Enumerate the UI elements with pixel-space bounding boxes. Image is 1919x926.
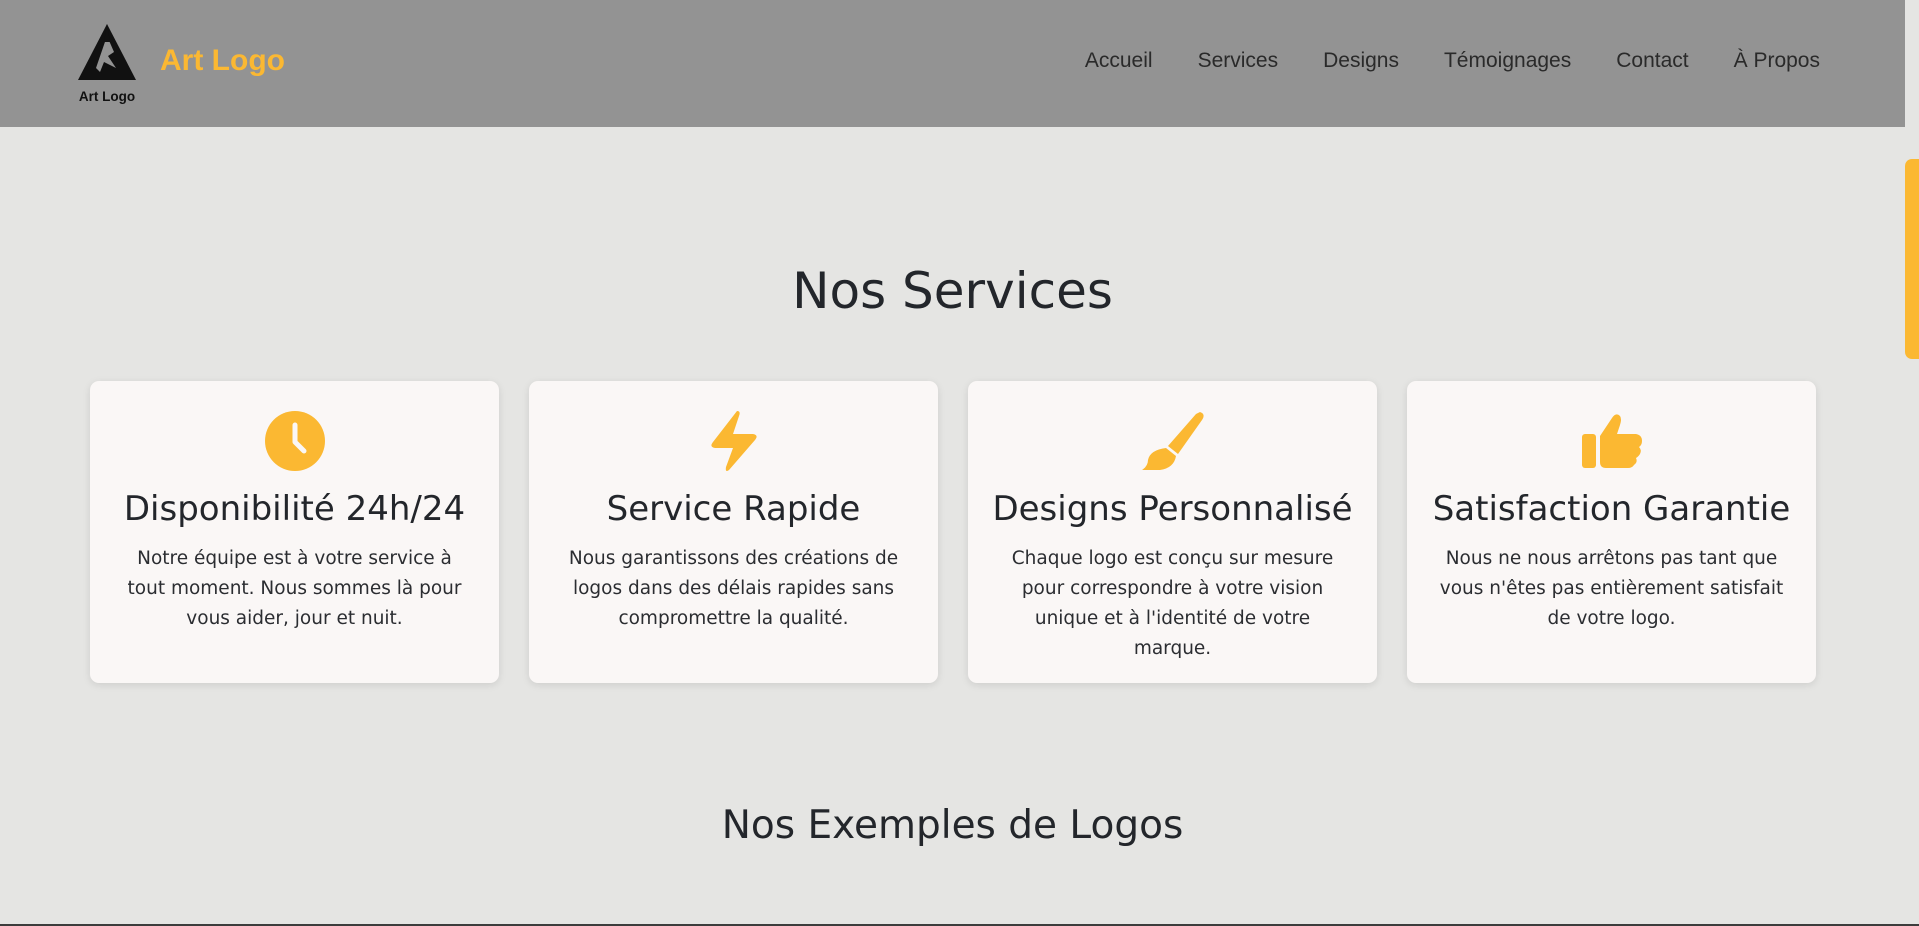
service-card-title: Disponibilité 24h/24 [123, 489, 466, 529]
paintbrush-icon [968, 410, 1377, 472]
logo-caption: Art Logo [78, 89, 136, 104]
scrollbar-thumb[interactable] [1905, 159, 1919, 359]
services-section-title: Nos Services [792, 262, 1113, 320]
service-card: Designs Personnalisé Chaque logo est con… [968, 381, 1377, 683]
nav-link-accueil[interactable]: Accueil [1085, 49, 1153, 73]
service-card-text: Nous garantissons des créations de logos… [568, 548, 899, 629]
site-header: Art Logo Art Logo Accueil Services Desig… [0, 0, 1905, 127]
service-card: Satisfaction Garantie Nous ne nous arrêt… [1407, 381, 1816, 683]
service-card-title: Designs Personnalisé [992, 489, 1353, 529]
nav-link-designs[interactable]: Designs [1323, 49, 1399, 73]
service-card-text: Chaque logo est conçu sur mesure pour co… [1011, 548, 1334, 659]
clock-icon [90, 410, 499, 472]
nav-link-contact[interactable]: Contact [1616, 49, 1688, 73]
services-cards: Disponibilité 24h/24 Notre équipe est à … [90, 381, 1816, 683]
logo[interactable]: Art Logo [74, 22, 140, 104]
brand-name[interactable]: Art Logo [160, 44, 285, 78]
service-card-title: Service Rapide [606, 489, 861, 529]
service-card: Disponibilité 24h/24 Notre équipe est à … [90, 381, 499, 683]
service-card-text: Notre équipe est à votre service à tout … [127, 548, 462, 629]
bolt-icon [529, 410, 938, 472]
thumbs-up-icon [1407, 410, 1816, 472]
examples-section-title: Nos Exemples de Logos [721, 803, 1184, 848]
service-card-text: Nous ne nous arrêtons pas tant que vous … [1439, 548, 1784, 629]
nav-link-a-propos[interactable]: À Propos [1734, 49, 1820, 73]
nav-link-services[interactable]: Services [1198, 49, 1279, 73]
service-card: Service Rapide Nous garantissons des cré… [529, 381, 938, 683]
service-card-title: Satisfaction Garantie [1432, 489, 1791, 529]
main-nav: Accueil Services Designs Témoignages Con… [1085, 49, 1820, 73]
mountain-logo-icon [78, 24, 136, 80]
nav-link-temoignages[interactable]: Témoignages [1444, 49, 1571, 73]
